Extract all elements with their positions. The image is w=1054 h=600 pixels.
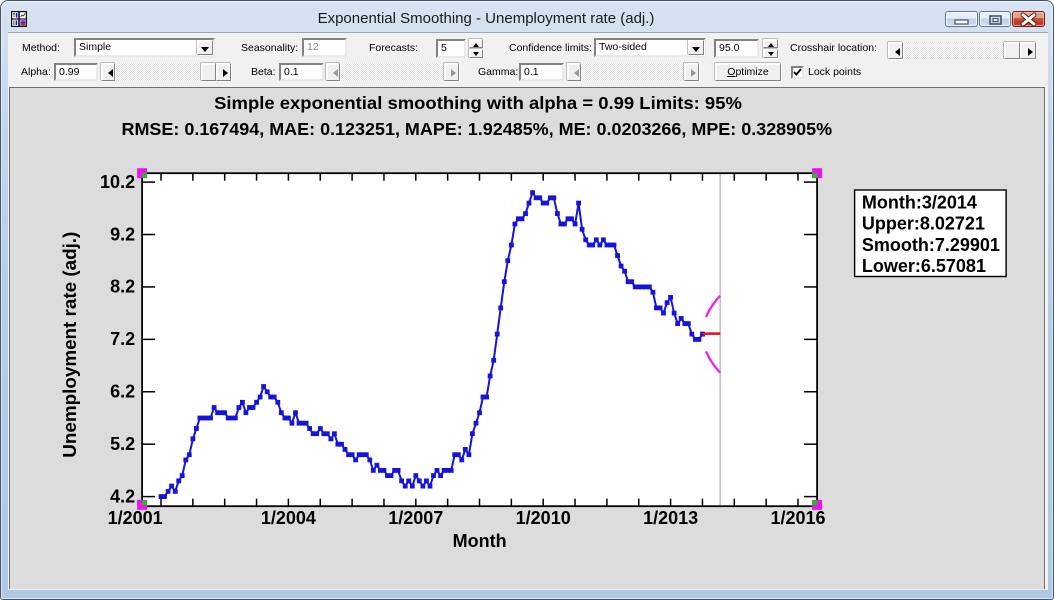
svg-text:1/2001: 1/2001	[108, 508, 163, 528]
svg-text:Simple exponential smoothing w: Simple exponential smoothing with alpha …	[214, 93, 742, 113]
svg-text:1/2016: 1/2016	[770, 508, 825, 528]
svg-text:Upper:8.02721: Upper:8.02721	[862, 214, 985, 234]
svg-text:RMSE: 0.167494, MAE: 0.123251,: RMSE: 0.167494, MAE: 0.123251, MAPE: 1.9…	[122, 119, 833, 139]
svg-text:1/2004: 1/2004	[261, 508, 316, 528]
svg-text:5.2: 5.2	[110, 434, 135, 454]
svg-text:6.2: 6.2	[110, 382, 135, 402]
svg-text:10.2: 10.2	[100, 172, 135, 192]
svg-text:1/2010: 1/2010	[516, 508, 571, 528]
svg-text:Month:3/2014: Month:3/2014	[862, 192, 977, 212]
svg-text:Unemployment rate (adj.): Unemployment rate (adj.)	[60, 232, 80, 458]
svg-text:1/2007: 1/2007	[388, 508, 443, 528]
svg-text:1/2013: 1/2013	[643, 508, 698, 528]
svg-text:Month: Month	[453, 531, 507, 551]
svg-text:4.2: 4.2	[110, 486, 135, 506]
svg-text:7.2: 7.2	[110, 329, 135, 349]
svg-text:Smooth:7.29901: Smooth:7.29901	[862, 235, 1000, 255]
svg-text:8.2: 8.2	[110, 277, 135, 297]
svg-text:Lower:6.57081: Lower:6.57081	[862, 256, 986, 276]
svg-text:9.2: 9.2	[110, 224, 135, 244]
